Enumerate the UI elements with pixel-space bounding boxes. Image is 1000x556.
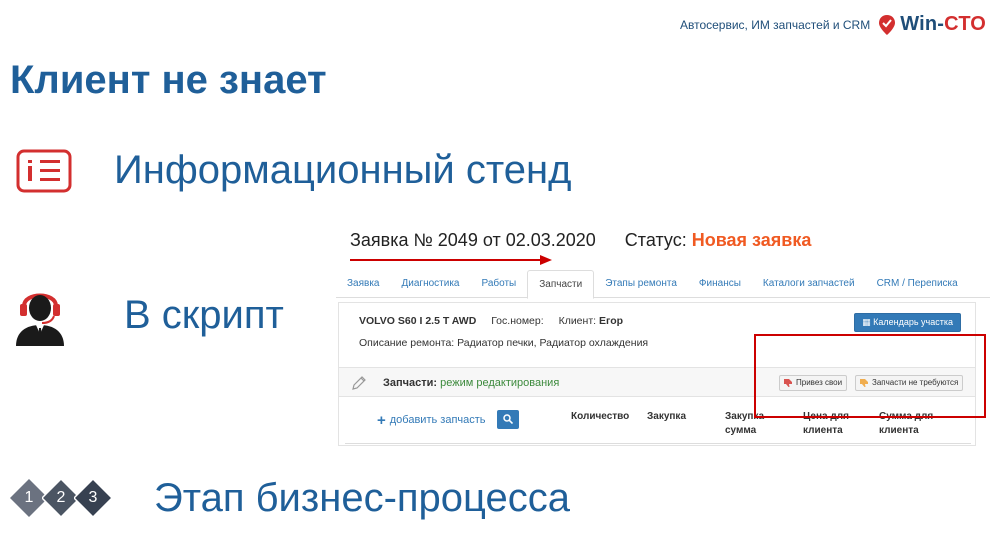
search-button[interactable] — [497, 410, 519, 429]
column-header: Закупка — [647, 411, 686, 422]
plus-icon: + — [377, 411, 386, 429]
bullet-text: Информационный стенд — [114, 148, 572, 192]
step-number: 3 — [88, 489, 98, 506]
bullet-script: В скрипт — [14, 282, 284, 348]
pencil-icon — [352, 376, 366, 390]
plate-label: Гос.номер: — [491, 315, 544, 327]
parts-title: Запчасти: режим редактирования — [383, 377, 559, 389]
client-label: Клиент: — [558, 315, 597, 327]
status-value: Новая заявка — [691, 230, 812, 250]
parts-mode: режим редактирования — [440, 377, 560, 389]
map-pin-logo-icon — [879, 14, 896, 35]
bullet-process-stage: 1 2 3 Этап бизнес-процесса — [10, 473, 570, 523]
tab-parts[interactable]: Запчасти — [527, 270, 595, 299]
search-icon — [503, 414, 513, 424]
tab-finance[interactable]: Финансы — [688, 270, 752, 297]
operator-headset-icon — [16, 293, 64, 346]
calendar-button-label: Календарь участка — [873, 317, 953, 327]
brand-logo-text: Win-СТО — [900, 13, 986, 36]
car-info: VOLVO S60 I 2.5 T AWD Гос.номер: Клиент:… — [359, 315, 623, 327]
bullet-info-stand: Информационный стенд — [16, 148, 571, 193]
arrow-right-icon — [350, 255, 552, 265]
order-title: Заявка № 2049 от 02.03.2020 — [350, 230, 596, 250]
client-name: Егор — [598, 315, 624, 327]
tab-diagnostics[interactable]: Диагностика — [391, 270, 471, 297]
status-label: Статус: — [624, 230, 687, 250]
order-header: Заявка № 2049 от 02.03.2020 Статус: Нова… — [350, 230, 811, 251]
bullet-text: Этап бизнес-процесса — [154, 475, 570, 520]
highlight-box — [754, 334, 986, 418]
column-header: Количество — [571, 411, 630, 422]
slide-title: Клиент не знает — [10, 58, 327, 102]
tab-crm[interactable]: CRM / Переписка — [866, 270, 969, 297]
step-diamond: 3 — [72, 477, 114, 519]
table-divider — [345, 443, 971, 444]
calendar-icon: ▦ — [862, 317, 871, 327]
tab-works[interactable]: Работы — [470, 270, 527, 297]
repair-description: Описание ремонта: Радиатор печки, Радиат… — [359, 337, 649, 349]
calendar-button[interactable]: ▦ Календарь участка — [854, 313, 961, 332]
process-steps-icon: 1 2 3 — [10, 473, 122, 523]
tab-order[interactable]: Заявка — [336, 270, 391, 297]
bullet-text: В скрипт — [124, 292, 284, 337]
logo-accent: СТО — [944, 13, 986, 35]
parts-title-label: Запчасти: — [383, 377, 438, 389]
info-stand-icon — [16, 149, 72, 192]
brand-tagline: Автосервис, ИМ запчастей и CRM — [679, 17, 871, 32]
brand-header: Автосервис, ИМ запчастей и CRM Win-СТО — [680, 13, 986, 36]
add-part-link[interactable]: + добавить запчасть — [377, 411, 486, 429]
tab-repair-stages[interactable]: Этапы ремонта — [594, 270, 688, 297]
car-model: VOLVO S60 I 2.5 T AWD — [359, 315, 477, 327]
tab-bar: Заявка Диагностика Работы Запчасти Этапы… — [336, 270, 990, 299]
logo-main: Win- — [900, 13, 945, 35]
tab-parts-catalogs[interactable]: Каталоги запчастей — [752, 270, 866, 297]
add-part-label: добавить запчасть — [389, 414, 486, 426]
